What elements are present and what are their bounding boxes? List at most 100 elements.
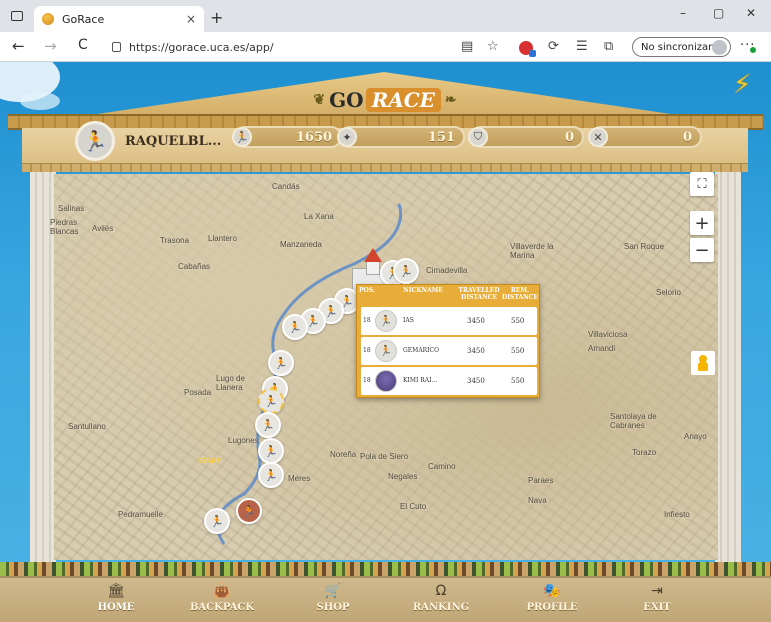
runner-avatar-icon: 🏃: [375, 310, 397, 332]
map-label: Lugones: [228, 436, 259, 445]
nav-backpack-label: BACKPACK: [189, 602, 255, 613]
ranking-row[interactable]: 18 KIMI RAI... 3450 550: [361, 367, 537, 395]
temple-column-right: [715, 172, 741, 562]
stat-distance-value: 1650: [295, 129, 332, 145]
player-token[interactable]: 🏃: [204, 508, 230, 534]
header-travelled: TRAVELLED DISTANCE: [458, 287, 500, 301]
logo-race-text: RACE: [365, 88, 441, 112]
player-token[interactable]: 🏃: [393, 258, 419, 284]
logo-go-text: GO: [329, 88, 364, 112]
street-view-pegman-icon[interactable]: [691, 351, 715, 375]
player-token[interactable]: 🏃: [258, 438, 284, 464]
laurel-left-icon: ❦: [313, 92, 326, 108]
stat-coins: ✦ 151: [337, 126, 465, 148]
settings-more-button[interactable]: ···: [740, 38, 756, 53]
cart-icon: 🛒: [324, 583, 342, 599]
nav-home[interactable]: 🏛 HOME: [66, 580, 166, 622]
player-token[interactable]: 🏃: [268, 350, 294, 376]
castle-tower: [366, 261, 380, 275]
masks-icon: 🎭: [543, 583, 561, 599]
fullscreen-button[interactable]: ⛶: [690, 172, 714, 196]
player-token[interactable]: 🏃: [258, 462, 284, 488]
header-nickname: NICKNAME: [403, 287, 443, 294]
player-token[interactable]: 🏃: [282, 314, 308, 340]
exit-icon: ⇥: [651, 583, 663, 599]
lightning-bolt-icon[interactable]: ⚡: [733, 70, 751, 100]
game-viewport: ⚡ ❦ GO RACE ❧ 🏃 RAQUELBL... 🏃 1650 ✦ 151…: [0, 62, 771, 622]
stat-battles-value: 0: [682, 129, 692, 145]
map-label: Meres: [288, 474, 311, 483]
map-label: Posada: [184, 388, 212, 397]
reader-mode-icon[interactable]: ▤: [461, 39, 473, 54]
back-button[interactable]: ←: [12, 37, 25, 55]
tab-close-icon[interactable]: ×: [186, 12, 196, 26]
player-avatar-icon[interactable]: 🏃: [75, 121, 115, 161]
nav-shop[interactable]: 🛒 SHOP: [283, 580, 383, 622]
zoom-in-button[interactable]: +: [690, 211, 714, 235]
map-label: Villaverde la Marina: [510, 242, 554, 260]
favorites-icon[interactable]: ☰: [576, 39, 588, 54]
ranking-row[interactable]: 18 🏃 GEMARICO 3450 550: [361, 337, 537, 365]
map-label: Trasona: [160, 236, 190, 245]
map-label: Cabañas: [178, 262, 211, 271]
temple-frieze-lower: [22, 164, 748, 172]
row-pos: 18: [363, 347, 371, 354]
nav-backpack[interactable]: 👜 BACKPACK: [172, 580, 272, 622]
extension-icon[interactable]: [519, 41, 536, 57]
row-travelled: 3450: [467, 347, 485, 355]
nav-ranking[interactable]: Ω RANKING: [391, 580, 491, 622]
map-label: Santolaya de Cabranes: [610, 412, 657, 430]
helmet-icon: ⛉: [468, 127, 488, 147]
player-nickname: RAQUELBL...: [125, 134, 222, 149]
map-label: Avilés: [92, 224, 114, 233]
zoom-out-button[interactable]: −: [690, 238, 714, 262]
gorace-favicon-icon: [42, 13, 54, 25]
ranking-row[interactable]: 18 🏃 IAS 3450 550: [361, 307, 537, 335]
address-bar: ← → C https://gorace.uca.es/app/ ▤ ☆ ⟳ ☰…: [0, 32, 771, 62]
row-pos: 18: [363, 317, 371, 324]
extensions-puzzle-icon[interactable]: ⟳: [548, 39, 559, 54]
stat-coins-value: 151: [427, 129, 455, 145]
new-tab-button[interactable]: +: [210, 8, 223, 27]
nav-exit[interactable]: ⇥ EXIT: [607, 580, 707, 622]
gorace-logo: ❦ GO RACE ❧: [310, 86, 460, 114]
temple-icon: 🏛: [107, 583, 125, 599]
profile-sync-button[interactable]: No sincronizando: [632, 37, 731, 57]
map-label: Piedras Blancas: [50, 218, 79, 236]
forward-button[interactable]: →: [44, 37, 57, 55]
map-label: Lugo de Llanera: [216, 374, 245, 392]
collections-icon[interactable]: ⧉: [604, 39, 613, 54]
lock-icon: [112, 42, 121, 52]
map-label: El Cuto: [400, 502, 427, 511]
player-token[interactable]: 🏃: [255, 412, 281, 438]
map-label: Candás: [272, 182, 300, 191]
map-label: Camino: [428, 462, 456, 471]
favorite-star-icon[interactable]: ☆: [487, 39, 499, 54]
player-token[interactable]: 🏃: [236, 498, 262, 524]
url-field[interactable]: https://gorace.uca.es/app/: [104, 36, 454, 58]
nav-home-label: HOME: [97, 602, 135, 613]
row-remaining: 550: [511, 377, 525, 385]
castle-roof: [364, 248, 382, 262]
tab-actions-icon[interactable]: [11, 11, 23, 21]
url-text: https://gorace.uca.es/app/: [129, 40, 274, 54]
minimize-button[interactable]: –: [680, 6, 686, 20]
map-label: Nava: [528, 496, 547, 505]
map-label: Pola de Siero: [360, 452, 409, 461]
row-travelled: 3450: [467, 377, 485, 385]
start-label: START: [198, 458, 221, 465]
nav-profile-label: PROFILE: [526, 602, 578, 613]
row-remaining: 550: [511, 347, 525, 355]
browser-tab[interactable]: GoRace ×: [34, 6, 204, 32]
nav-exit-label: EXIT: [643, 602, 671, 613]
map-label: Salinas: [58, 204, 85, 213]
map-label: Manzaneda: [280, 240, 322, 249]
row-remaining: 550: [511, 317, 525, 325]
nav-profile[interactable]: 🎭 PROFILE: [502, 580, 602, 622]
close-window-button[interactable]: ✕: [746, 6, 756, 20]
current-player-token[interactable]: 🏃: [258, 388, 284, 414]
maximize-button[interactable]: ▢: [713, 6, 724, 20]
backpack-icon: 👜: [213, 583, 231, 599]
swords-icon: ✕: [588, 127, 608, 147]
refresh-button[interactable]: C: [78, 37, 88, 53]
